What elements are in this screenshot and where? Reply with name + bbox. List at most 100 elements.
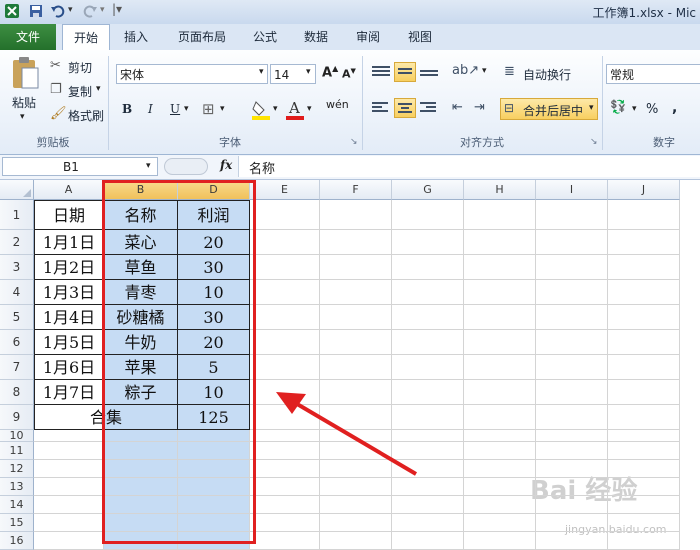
paste-button[interactable]: 粘贴 — [12, 94, 36, 111]
grid-cell[interactable] — [34, 532, 104, 550]
row-header-9[interactable]: 9 — [0, 405, 34, 430]
grid-cell[interactable] — [464, 478, 536, 496]
row-header-15[interactable]: 15 — [0, 514, 34, 532]
cut-icon[interactable]: ✂ — [50, 58, 61, 73]
grid-cell[interactable] — [464, 280, 536, 305]
name-box[interactable]: B1 ▾ — [2, 157, 158, 176]
cell-name[interactable]: 青枣 — [104, 280, 178, 305]
grid-cell[interactable] — [608, 532, 680, 550]
grid-cell[interactable] — [178, 496, 250, 514]
underline-button[interactable]: U — [170, 102, 180, 116]
column-header-i[interactable]: I — [536, 180, 608, 200]
underline-dropdown-icon[interactable]: ▾ — [184, 104, 189, 114]
cell-name-header[interactable]: 名称 — [104, 200, 178, 230]
merge-center-button[interactable]: ⊟ 合并后居中 ▾ — [500, 98, 598, 120]
comma-style-button[interactable]: , — [672, 100, 677, 116]
accounting-format-icon[interactable]: 💱 — [610, 100, 626, 115]
grid-cell[interactable] — [608, 442, 680, 460]
grid-cell[interactable] — [392, 355, 464, 380]
grid-cell[interactable] — [536, 330, 608, 355]
grid-cell[interactable] — [536, 200, 608, 230]
number-format-combo[interactable]: 常规 — [606, 64, 700, 84]
grid-cell[interactable] — [464, 330, 536, 355]
grid-cell[interactable] — [608, 514, 680, 532]
cell-profit[interactable]: 30 — [178, 255, 250, 280]
format-painter-icon[interactable]: 🖌 — [50, 106, 67, 121]
grid-cell[interactable] — [104, 442, 178, 460]
cell-date[interactable]: 1月5日 — [34, 330, 104, 355]
align-bottom-icon[interactable] — [420, 68, 438, 82]
font-name-combo[interactable]: 宋体 — [116, 64, 268, 84]
tab-formulas[interactable]: 公式 — [245, 24, 285, 50]
grid-cell[interactable] — [178, 478, 250, 496]
grid-cell[interactable] — [536, 380, 608, 405]
grid-cell[interactable] — [34, 496, 104, 514]
grid-cell[interactable] — [392, 230, 464, 255]
grid-cell[interactable] — [536, 355, 608, 380]
copy-button[interactable]: 复制 — [68, 83, 92, 100]
row-header-3[interactable]: 3 — [0, 255, 34, 280]
grid-cell[interactable] — [178, 460, 250, 478]
shrink-font-icon[interactable]: A▼ — [342, 67, 356, 81]
grid-cell[interactable] — [608, 355, 680, 380]
grid-cell[interactable] — [104, 496, 178, 514]
grid-cell[interactable] — [536, 430, 608, 442]
grid-cell[interactable] — [536, 460, 608, 478]
cell-date[interactable]: 1月3日 — [34, 280, 104, 305]
grid-cell[interactable] — [464, 514, 536, 532]
grid-cell[interactable] — [608, 496, 680, 514]
grid-cell[interactable] — [608, 478, 680, 496]
paste-icon[interactable] — [10, 56, 40, 92]
align-left-icon[interactable] — [372, 100, 388, 116]
grid-cell[interactable] — [608, 380, 680, 405]
grid-cell[interactable] — [320, 280, 392, 305]
grid-cell[interactable] — [608, 230, 680, 255]
decrease-indent-icon[interactable]: ⇤ — [452, 100, 463, 115]
align-right-icon[interactable] — [420, 100, 436, 116]
grid-cell[interactable] — [392, 305, 464, 330]
grid-cell[interactable] — [536, 514, 608, 532]
grid-cell[interactable] — [464, 442, 536, 460]
tab-file[interactable]: 文件 — [0, 24, 56, 50]
cell-name[interactable]: 砂糖橘 — [104, 305, 178, 330]
tab-review[interactable]: 审阅 — [348, 24, 388, 50]
formula-bar-handle[interactable] — [164, 158, 208, 175]
grid-cell[interactable] — [250, 255, 320, 280]
grid-cell[interactable] — [250, 305, 320, 330]
grid-cell[interactable] — [392, 200, 464, 230]
cell-name[interactable]: 牛奶 — [104, 330, 178, 355]
align-top-icon[interactable] — [372, 64, 390, 80]
grid-cell[interactable] — [320, 330, 392, 355]
grid-cell[interactable] — [392, 280, 464, 305]
grid-cell[interactable] — [464, 496, 536, 514]
grid-cell[interactable] — [250, 330, 320, 355]
formula-input[interactable]: 名称 — [238, 156, 700, 177]
tab-data[interactable]: 数据 — [296, 24, 336, 50]
customize-icon[interactable]: |▾ — [112, 2, 122, 16]
cell-date-header[interactable]: 日期 — [34, 200, 104, 230]
grid-cell[interactable] — [250, 532, 320, 550]
grid-cell[interactable] — [464, 305, 536, 330]
cell-profit[interactable]: 20 — [178, 330, 250, 355]
column-header-d[interactable]: D — [178, 180, 250, 200]
redo-dropdown-icon[interactable]: ▾ — [100, 5, 105, 15]
insert-function-icon[interactable]: fx — [220, 158, 232, 172]
grid-cell[interactable] — [392, 496, 464, 514]
row-header-5[interactable]: 5 — [0, 305, 34, 330]
row-header-1[interactable]: 1 — [0, 200, 34, 230]
cell-name[interactable]: 粽子 — [104, 380, 178, 405]
cut-button[interactable]: 剪切 — [68, 59, 92, 76]
grid-cell[interactable] — [536, 255, 608, 280]
grid-cell[interactable] — [608, 200, 680, 230]
cell-name[interactable]: 菜心 — [104, 230, 178, 255]
row-header-10[interactable]: 10 — [0, 430, 34, 442]
bold-button[interactable]: B — [122, 102, 132, 116]
grid-cell[interactable] — [536, 532, 608, 550]
cell-profit[interactable]: 10 — [178, 280, 250, 305]
cell-profit[interactable]: 20 — [178, 230, 250, 255]
column-header-h[interactable]: H — [464, 180, 536, 200]
cell-date[interactable]: 1月7日 — [34, 380, 104, 405]
save-icon[interactable] — [28, 3, 44, 19]
grid-cell[interactable] — [250, 496, 320, 514]
row-header-12[interactable]: 12 — [0, 460, 34, 478]
